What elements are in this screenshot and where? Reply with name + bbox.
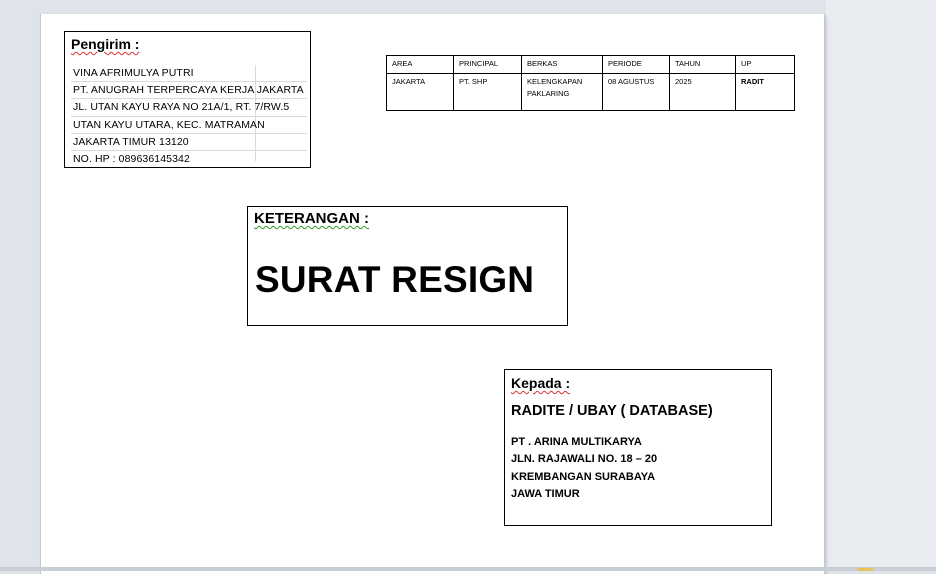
value-periode: 08 AGUSTUS [602, 73, 670, 111]
keterangan-text: SURAT RESIGN [255, 259, 535, 300]
header-principal: PRINCIPAL [453, 55, 522, 74]
sender-city: JAKARTA TIMUR 13120 [71, 134, 307, 151]
header-area: AREA [386, 55, 454, 74]
recipient-label: Kepada : [511, 375, 570, 391]
sender-box[interactable]: Pengirim : VINA AFRIMULYA PUTRI PT. ANUG… [64, 31, 311, 168]
value-principal: PT. SHP [453, 73, 522, 111]
value-berkas: KELENGKAPAN PAKLARING [521, 73, 603, 111]
recipient-address: PT . ARINA MULTIKARYA JLN. RAJAWALI NO. … [511, 434, 657, 503]
recipient-label-text: Kepada : [511, 375, 571, 391]
sender-district: UTAN KAYU UTARA, KEC. MATRAMAN [71, 117, 307, 134]
keterangan-label: KETERANGAN : [254, 210, 369, 227]
header-periode: PERIODE [602, 55, 670, 74]
status-bar [0, 567, 936, 571]
header-up: UP [735, 55, 795, 74]
sender-street: JL. UTAN KAYU RAYA NO 21A/1, RT. 7/RW.5 [71, 99, 307, 117]
recipient-street: JLN. RAJAWALI NO. 18 – 20 [511, 453, 658, 466]
sender-title-text: Pengirim : [71, 36, 140, 52]
table-row: JAKARTA PT. SHP KELENGKAPAN PAKLARING 08… [386, 73, 795, 111]
value-area: JAKARTA [386, 73, 454, 111]
recipient-city: KREMBANGAN SURABAYA [511, 470, 656, 483]
window-background [826, 0, 936, 571]
sender-phone: NO. HP : 089636145342 [73, 152, 190, 165]
sender-title: Pengirim : [71, 36, 139, 52]
sender-name: VINA AFRIMULYA PUTRI [71, 65, 307, 83]
keterangan-label-text: KETERANGAN : [254, 210, 369, 227]
recipient-province: JAWA TIMUR [511, 487, 580, 500]
recipient-box[interactable]: Kepada : RADITE / UBAY ( DATABASE) PT . … [504, 369, 772, 526]
sender-company: PT. ANUGRAH TERPERCAYA KERJA JAKARTA [71, 82, 307, 100]
value-tahun: 2025 [669, 73, 736, 111]
table-header-row: AREA PRINCIPAL BERKAS PERIODE TAHUN UP [386, 55, 795, 74]
header-tahun: TAHUN [669, 55, 736, 74]
header-berkas: BERKAS [521, 55, 603, 74]
value-up: RADIT [735, 73, 795, 111]
recipient-name: RADITE / UBAY ( DATABASE) [511, 403, 713, 419]
keterangan-box[interactable]: KETERANGAN : SURAT RESIGN [247, 206, 568, 326]
info-table[interactable]: AREA PRINCIPAL BERKAS PERIODE TAHUN UP J… [386, 55, 795, 111]
recipient-company: PT . ARINA MULTIKARYA [511, 436, 642, 448]
sender-address-lines: VINA AFRIMULYA PUTRI PT. ANUGRAH TERPERC… [71, 65, 307, 167]
